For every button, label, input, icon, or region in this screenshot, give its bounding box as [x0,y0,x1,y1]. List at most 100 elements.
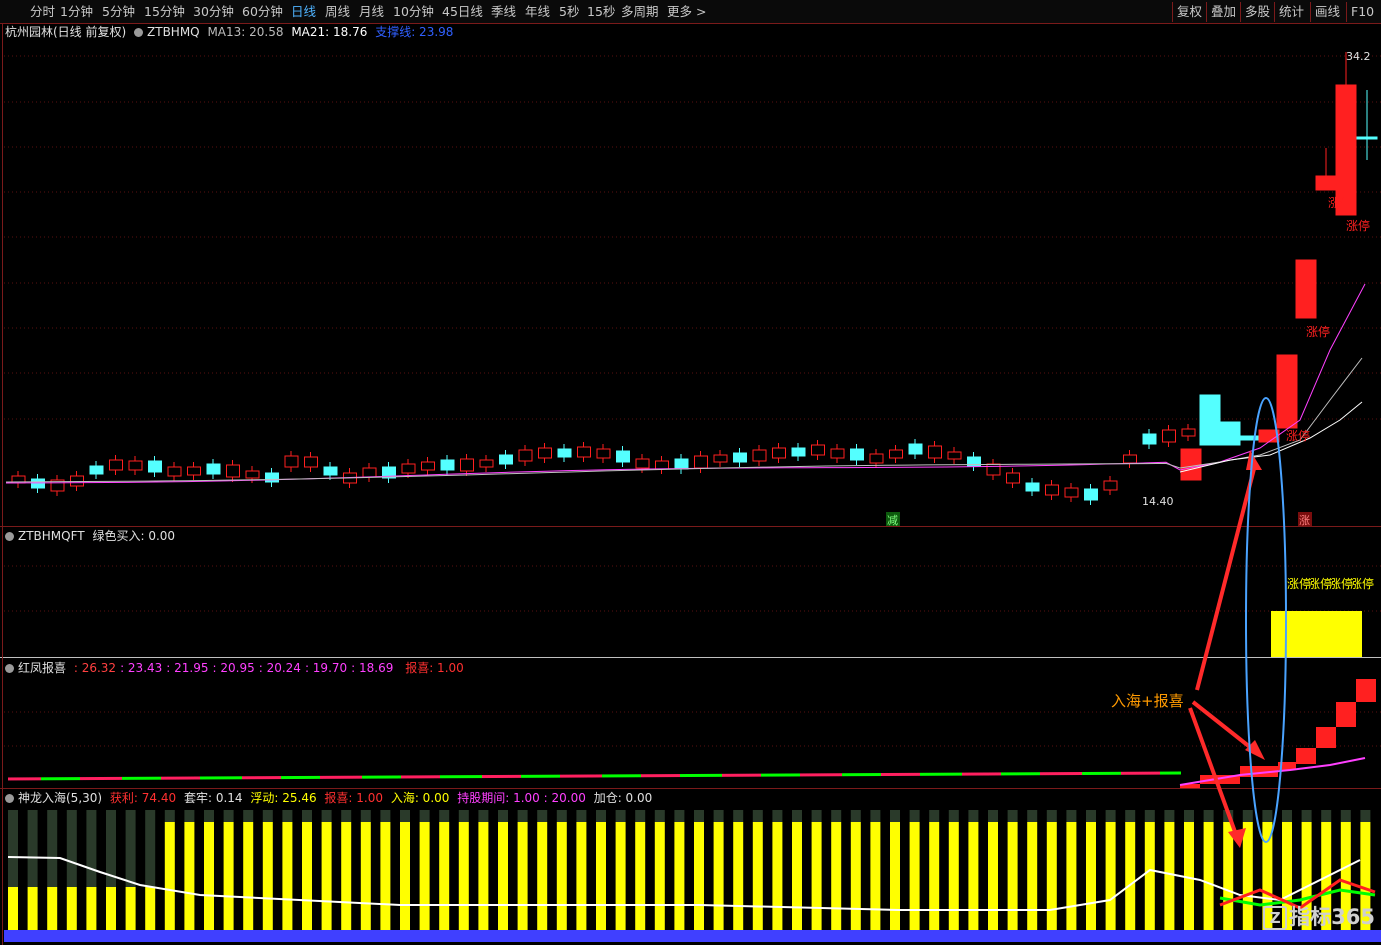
candle-body [908,443,923,455]
panel3-value: : 26.32 [73,661,117,675]
bg-bar [223,810,234,822]
yellow-bar [478,822,489,930]
bg-bar [47,810,58,887]
bg-bar [27,810,38,887]
yellow-bar [890,822,900,930]
candle-body [889,449,903,459]
settings-circle-icon[interactable] [5,794,14,803]
support-line-value: 支撑线: 23.98 [375,25,454,39]
yellow-bar [243,822,254,930]
candle-body [206,463,221,475]
yellow-bar [929,822,940,930]
candle-body [1025,482,1040,492]
bg-bar [1262,810,1273,822]
bg-bar [145,810,156,887]
candle-body [1123,454,1137,464]
bg-bar [262,810,273,822]
step-block [1296,748,1316,764]
ma13-line [5,283,1366,484]
bg-bar [184,810,195,822]
candle-body [440,459,455,471]
bg-bar [419,810,430,822]
bg-bar [772,810,783,822]
bg-bar [1007,810,1018,822]
bg-bar [1086,810,1096,822]
candle-body [538,447,552,459]
bg-bar [576,810,587,822]
candle-body [1064,487,1079,498]
yellow-bar [302,822,312,930]
panel3-title: 红凤报喜 : 26.32: 23.43: 21.95: 20.95: 20.24… [5,660,468,676]
settings-circle-icon[interactable] [134,28,144,37]
panel4-chigu2: : 20.00 [543,791,586,805]
bg-bar [752,810,763,822]
panel4-jiacang: 加仓: 0.00 [593,791,653,805]
panel4-title: 神龙入海(5,30) 获利: 74.40 套牢: 0.14 浮动: 25.46 … [5,790,656,806]
yellow-bar [1007,822,1018,930]
bg-bar [1066,810,1077,822]
candle-body [635,458,650,469]
candle-body [674,458,689,470]
z-logo-icon: Z [1263,906,1288,930]
bg-bar [8,810,18,887]
bg-bar [1125,810,1136,822]
panel2-indicator: ZTBHMQFT [18,529,85,543]
bg-bar [1321,810,1332,822]
candle-body [850,448,864,461]
settings-circle-icon[interactable] [5,664,14,673]
settings-circle-icon[interactable] [5,532,14,541]
yellow-bar [1203,822,1214,930]
yellow-bar [596,822,606,930]
candle-body [791,447,806,457]
low-price-label: 14.40 [1142,495,1174,508]
candle-body [577,446,591,458]
yellow-bar [1144,822,1155,930]
bg-bar [1203,810,1214,822]
yellow-bar [419,822,430,930]
panel4-taolao: 套牢: 0.14 [183,791,243,805]
bg-bar [1164,810,1175,822]
bg-bar [517,810,528,822]
stock-name: 杭州园林(日线 前复权) [5,25,127,39]
yellow-bar [556,822,567,930]
yellow-bar [341,822,352,930]
yellow-bar [948,822,959,930]
panel3-values: : 26.32: 23.43: 21.95: 20.95: 20.24: 19.… [74,661,398,675]
panel3-value: : 20.24 [258,661,301,675]
yellow-bar [752,822,763,930]
candle-body [830,448,845,459]
bottom-strip [4,930,1381,942]
step-block [1336,702,1356,727]
bg-bar [890,810,900,822]
yellow-bar [1242,822,1253,930]
yellow-bar [1184,822,1194,930]
yellow-bar [164,822,175,930]
step-block [1356,679,1376,702]
marker-zhang: 涨 [1299,514,1310,527]
bg-bar [1027,810,1038,822]
bg-bar [850,810,861,822]
candle-body [89,465,104,475]
bg-bar [1340,810,1351,822]
bg-bar [204,810,214,822]
yellow-bar [282,822,293,930]
candle-body [947,451,962,460]
yellow-bar [988,822,998,930]
arrow-head [1246,450,1262,470]
panel4-baoxi: 报喜: 1.00 [324,791,383,805]
bg-bar [341,810,352,822]
candle-body [557,448,572,458]
bg-bar [870,810,881,822]
limit-up-label: 涨停 [1306,324,1330,339]
yellow-bar [615,822,626,930]
bg-bar [243,810,254,822]
bg-bar [302,810,312,822]
candle-body [128,460,143,471]
yellow-bar [850,822,861,930]
bg-bar [635,810,646,822]
candle-body [1199,394,1221,446]
yellow-bar [400,822,410,930]
yellow-bar [86,887,97,930]
candle-body [304,456,318,468]
step-block [1316,727,1336,748]
